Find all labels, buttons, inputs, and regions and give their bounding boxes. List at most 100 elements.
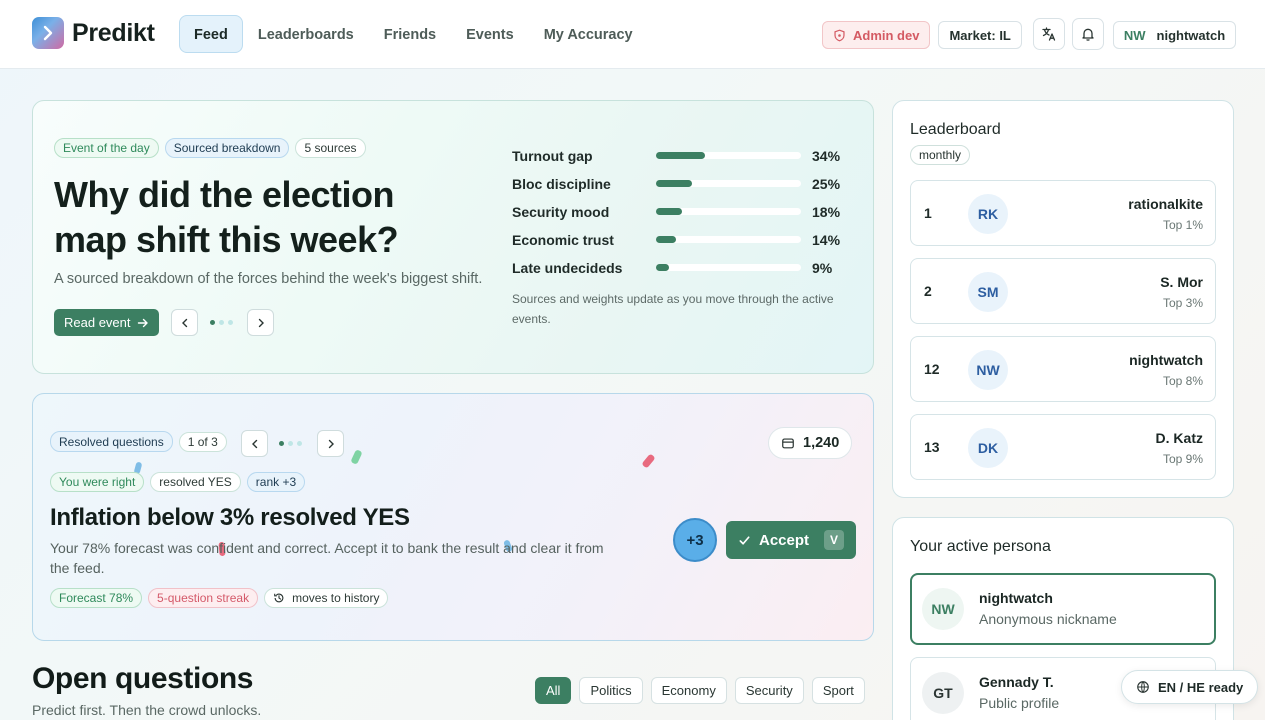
avatar: DK [968,428,1008,468]
factor-value: 9% [812,260,833,276]
language-badge[interactable]: EN / HE ready [1121,670,1259,704]
factor-bar-track [656,152,801,159]
chevron-left-icon [181,318,187,327]
wallet-icon [782,438,794,449]
translate-button[interactable] [1032,18,1065,50]
factor-label: Security mood [512,204,610,220]
nav-feed[interactable]: Feed [179,15,243,53]
nav-leaderboards[interactable]: Leaderboards [243,15,369,53]
hero-subtitle: A sourced breakdown of the forces behind… [54,271,483,287]
check-icon [739,535,750,545]
hero-title: Why did the election map shift this week… [54,174,399,260]
factor-note: Sources and weights update as you move t… [512,292,834,326]
leaderboard-name: nightwatch [1129,352,1203,368]
avatar: NW [922,588,964,630]
leaderboard-row[interactable]: 1 RK rationalkite Top 1% [910,180,1216,246]
persona-option-selected[interactable]: NW nightwatch Anonymous nickname [910,573,1216,645]
factor-row: Late undecideds 9% [512,257,852,285]
question-filters: All Politics Economy Security Sport [535,677,865,704]
resolved-prev-button[interactable] [241,430,268,457]
leaderboard-rank: 1 [924,205,932,221]
hero-next-button[interactable] [247,309,274,336]
persona-type: Anonymous nickname [979,611,1117,627]
resolved-stats-tags: Forecast 78% 5-question streak moves to … [50,588,394,608]
pagination-dot[interactable] [219,320,224,325]
avatar: GT [922,672,964,714]
factor-bar-track [656,180,801,187]
brand-name: Predikt [72,19,155,47]
leaderboard-percentile: Top 9% [1162,452,1203,466]
leaderboard-row[interactable]: 13 DK D. Katz Top 9% [910,414,1216,480]
accept-button[interactable]: Accept V [726,521,856,559]
chevron-left-icon [251,439,257,448]
factor-row: Bloc discipline 25% [512,173,852,201]
main-nav: Feed Leaderboards Friends Events My Accu… [179,15,648,53]
factor-bar-track [656,208,801,215]
factor-row: Security mood 18% [512,201,852,229]
user-initials: NW [1123,27,1146,43]
factor-bar-fill [656,180,693,187]
tag-forecast: Forecast 78% [50,588,143,608]
filter-politics[interactable]: Politics [579,677,643,704]
pagination-dot-active[interactable] [279,441,284,446]
translate-icon [1042,27,1056,41]
persona-name: nightwatch [979,590,1053,606]
resolved-next-button[interactable] [317,430,344,457]
filter-security[interactable]: Security [734,677,804,704]
open-questions-subtitle: Predict first. Then the crowd unlocks. [32,702,262,718]
globe-icon [1137,681,1149,693]
accept-label: Accept [759,531,810,549]
confetti-piece [350,449,363,465]
avatar: SM [968,272,1008,312]
leaderboard-period[interactable]: monthly [910,145,971,165]
tag-moves-to-history: moves to history [264,588,389,608]
header-actions: Admin dev Market: IL NW nightwatch [822,18,1237,50]
pagination-dot-active[interactable] [210,320,215,325]
chevron-right-icon [258,318,264,327]
factor-breakdown: Turnout gap 34% Bloc discipline 25% Secu… [512,145,852,285]
resolved-pager-label: 1 of 3 [178,431,227,452]
pagination-dot[interactable] [297,441,302,446]
resolved-questions-label: Resolved questions [50,431,173,452]
filter-economy[interactable]: Economy [650,677,727,704]
resolved-outcome-tags: You were right resolved YES rank +3 [50,472,311,492]
market-selector[interactable]: Market: IL [938,21,1022,49]
leaderboard-row[interactable]: 12 NW nightwatch Top 8% [910,336,1216,402]
admin-badge[interactable]: Admin dev [822,21,931,49]
pagination-dot[interactable] [288,441,293,446]
coin-balance: 1,240 [768,427,853,459]
filter-sport[interactable]: Sport [811,677,865,704]
bell-icon [1082,28,1094,41]
history-icon [274,593,284,603]
persona-type: Public profile [979,695,1060,711]
resolved-description: Your 78% forecast was confident and corr… [50,540,604,576]
read-event-button[interactable]: Read event [54,309,159,336]
nav-friends[interactable]: Friends [369,15,451,53]
user-menu[interactable]: NW nightwatch [1112,21,1237,49]
hero-prev-button[interactable] [171,309,198,336]
factor-value: 25% [812,176,841,192]
factor-row: Turnout gap 34% [512,145,852,173]
brand-logo[interactable] [32,17,64,49]
tag-rank-change: rank +3 [246,472,306,492]
nav-my-accuracy[interactable]: My Accuracy [529,15,648,53]
factor-label: Economic trust [512,232,614,248]
tag-sourced-breakdown: Sourced breakdown [164,138,290,158]
notifications-button[interactable] [1071,18,1104,50]
leaderboard-rank: 13 [924,439,940,455]
open-questions-title: Open questions [32,662,254,695]
pagination-dot[interactable] [228,320,233,325]
filter-all[interactable]: All [535,677,572,704]
resolved-pagination-dots [279,441,302,446]
leaderboard-card: Leaderboard monthly 1 RK rationalkite To… [892,100,1234,498]
factor-bar-fill [656,236,677,243]
nav-events[interactable]: Events [451,15,529,53]
factor-bar-track [656,236,801,243]
factor-label: Late undecideds [512,260,623,276]
tag-streak: 5-question streak [148,588,259,608]
shield-icon [834,29,845,41]
leaderboard-row[interactable]: 2 SM S. Mor Top 3% [910,258,1216,324]
leaderboard-percentile: Top 8% [1162,374,1203,388]
avatar: RK [968,194,1008,234]
factor-bar-fill [656,208,683,215]
